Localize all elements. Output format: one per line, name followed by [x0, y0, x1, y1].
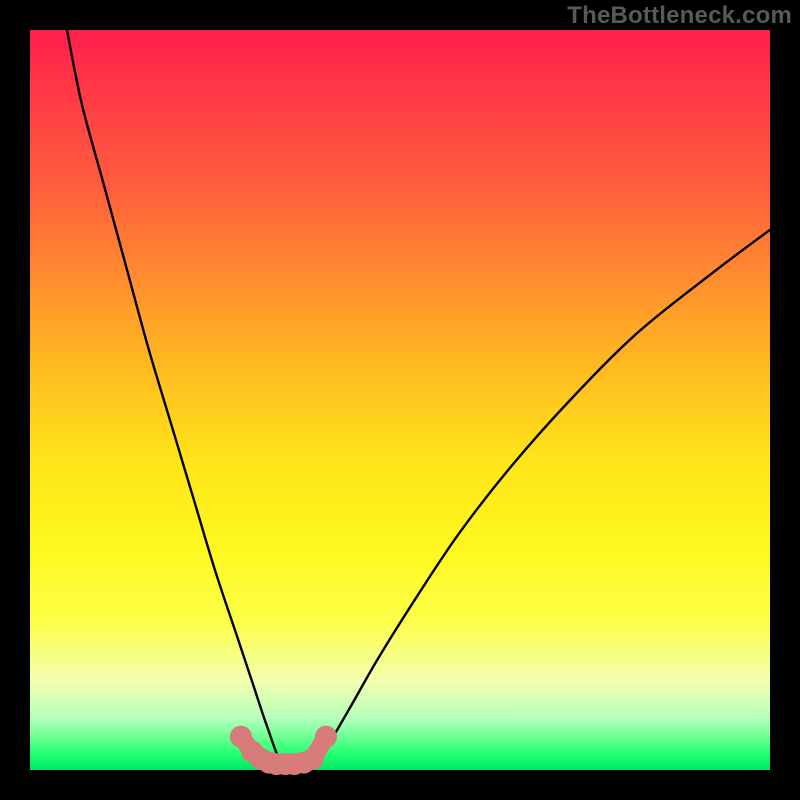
trough-marker	[315, 726, 337, 748]
watermark-text: TheBottleneck.com	[567, 2, 792, 30]
bottleneck-curve	[67, 30, 770, 765]
trough-markers	[230, 726, 337, 775]
plot-area	[30, 30, 770, 770]
trough-marker	[302, 748, 324, 770]
chart-frame: TheBottleneck.com	[0, 0, 800, 800]
curve-layer	[30, 30, 770, 770]
